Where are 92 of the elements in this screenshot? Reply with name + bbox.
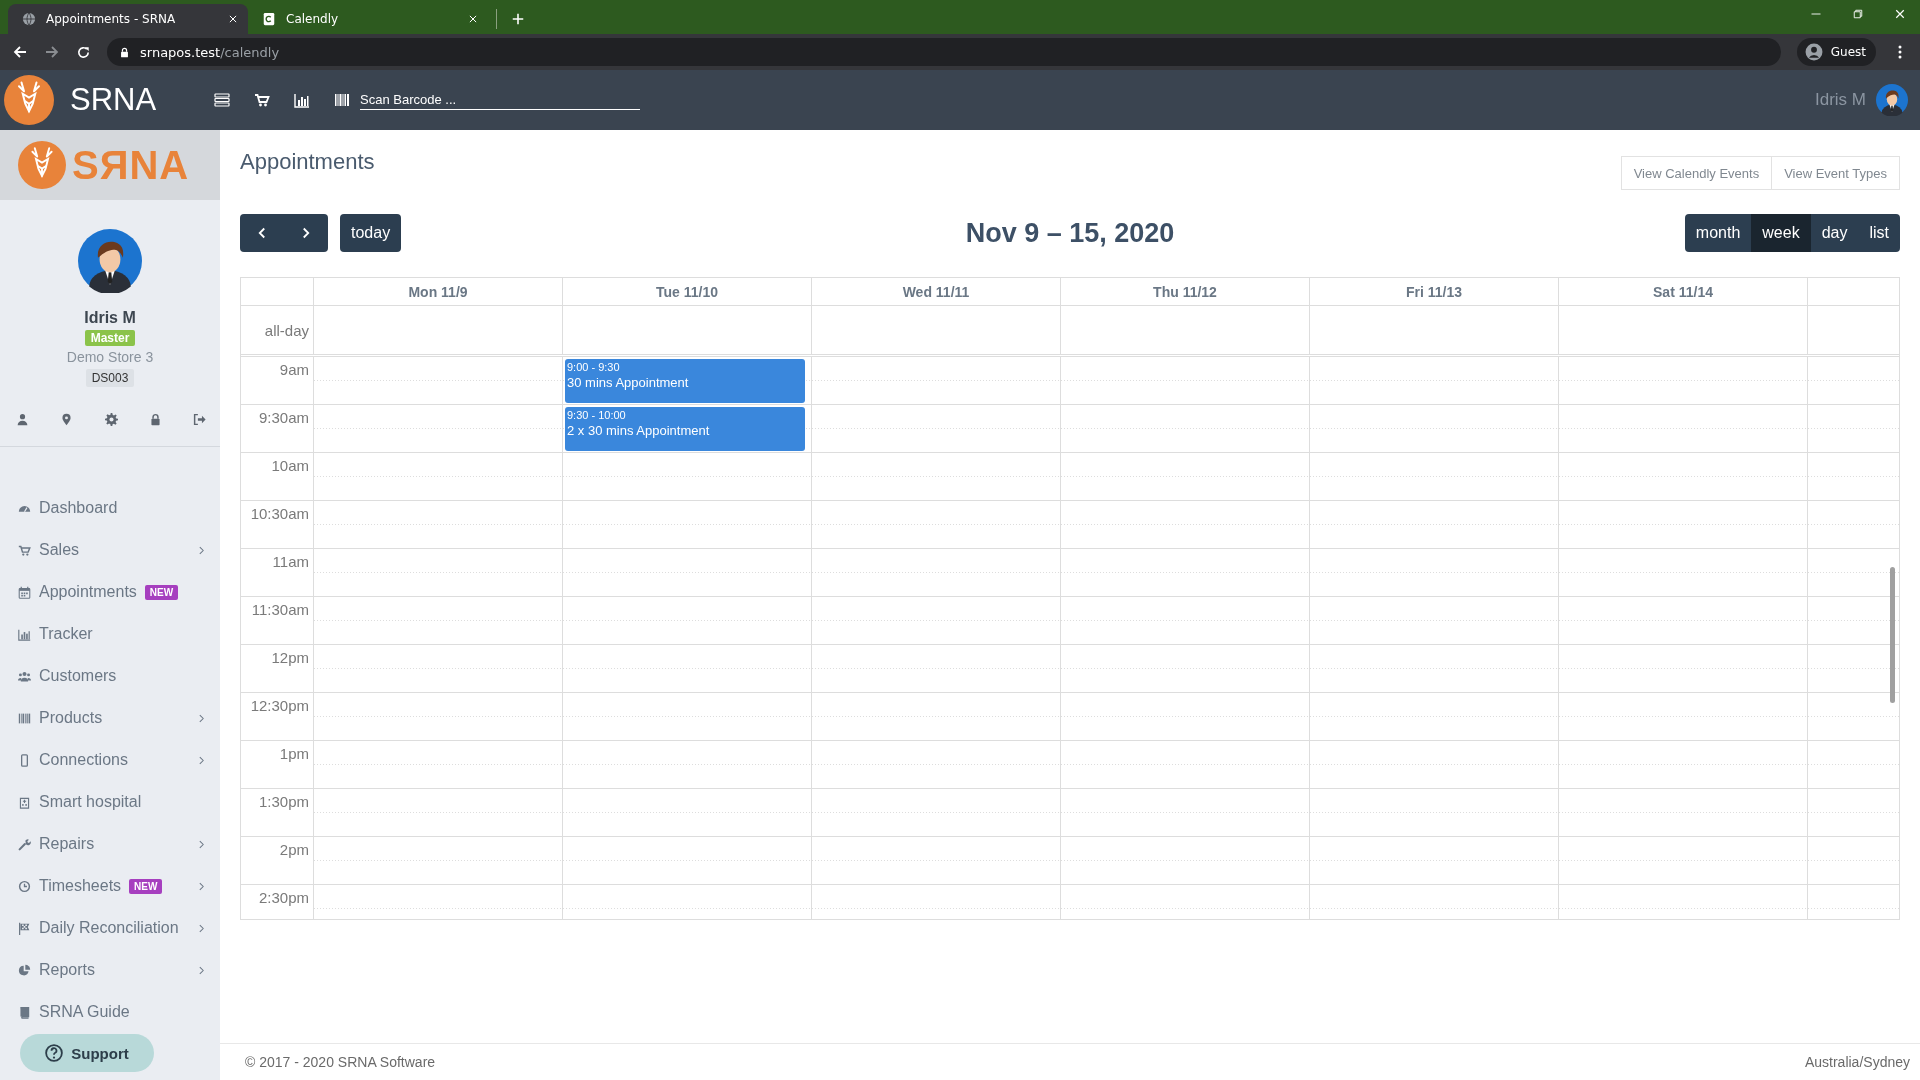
date-range: Nov 9 – 15, 2020 xyxy=(965,217,1175,249)
event-title: 30 mins Appointment xyxy=(567,375,690,390)
menu-item[interactable]: Tracker xyxy=(0,613,220,655)
lock-icon xyxy=(119,46,130,58)
new-tab-icon[interactable] xyxy=(511,12,525,26)
calendar-icon xyxy=(18,585,31,599)
pie-chart-icon xyxy=(18,963,31,977)
scrollbar[interactable] xyxy=(1890,567,1895,703)
store-code: DS003 xyxy=(85,369,135,387)
person-icon xyxy=(1804,43,1823,61)
cart-icon[interactable] xyxy=(254,92,270,108)
address-bar[interactable]: srnapos.test/calendly xyxy=(107,38,1781,66)
globe-icon xyxy=(22,12,36,26)
cart-icon xyxy=(18,543,31,557)
menu-item[interactable]: SRNA Guide xyxy=(0,991,220,1033)
close-icon[interactable] xyxy=(1894,8,1906,20)
action-button[interactable]: View Calendly Events xyxy=(1620,156,1773,190)
users-icon xyxy=(18,669,31,683)
deer-logo xyxy=(18,141,66,189)
new-badge: NEW xyxy=(129,878,163,894)
new-badge: NEW xyxy=(144,584,179,600)
bar-chart-icon[interactable] xyxy=(294,92,310,108)
event-title: 2 x 30 mins Appointment xyxy=(567,423,711,438)
menu-item[interactable]: Sales xyxy=(0,529,220,571)
help-icon xyxy=(45,1044,64,1062)
menu-item[interactable]: Connections xyxy=(0,739,220,781)
lock-icon[interactable] xyxy=(148,413,162,426)
deer-logo xyxy=(4,75,54,125)
browser-tab[interactable]: Appointments - SRNA xyxy=(8,4,248,34)
user-name: Idris M xyxy=(1815,90,1866,110)
menu-item[interactable]: Dashboard xyxy=(0,487,220,529)
sign-out-icon[interactable] xyxy=(193,413,206,426)
menu-item[interactable]: Repairs xyxy=(0,823,220,865)
today-button[interactable]: today xyxy=(340,214,402,252)
close-icon[interactable] xyxy=(468,14,478,24)
event-block[interactable]: 9:00 - 9:30 30 mins Appointment xyxy=(565,359,805,403)
barcode-icon xyxy=(18,711,31,725)
view-tab[interactable]: week xyxy=(1751,214,1811,252)
page-title: Appointments xyxy=(240,149,375,175)
store-name: Demo Store 3 xyxy=(66,349,154,365)
day-header: Mon 11/9 xyxy=(313,278,562,305)
settings-icon[interactable] xyxy=(104,413,118,426)
reload-icon[interactable] xyxy=(76,44,91,60)
day-header: Wed 11/11 xyxy=(811,278,1060,305)
chevron-right-icon xyxy=(300,227,312,239)
role-badge: Master xyxy=(84,330,136,346)
barcode-field[interactable]: Scan Barcode ... xyxy=(360,90,640,110)
event-block[interactable]: 9:30 - 10:00 2 x 30 mins Appointment xyxy=(565,407,805,451)
list-icon[interactable] xyxy=(214,92,230,108)
forward-icon[interactable] xyxy=(44,44,60,60)
menu-item[interactable]: Reports xyxy=(0,949,220,991)
back-icon[interactable] xyxy=(12,44,28,60)
day-header: Fri 11/13 xyxy=(1309,278,1558,305)
flag-icon xyxy=(18,921,31,935)
menu-item[interactable]: Timesheets NEW xyxy=(0,865,220,907)
restore-icon[interactable] xyxy=(1852,8,1864,20)
mobile-icon xyxy=(18,753,31,767)
view-tab[interactable]: list xyxy=(1858,214,1900,252)
clock-icon xyxy=(18,879,31,893)
chevron-left-icon xyxy=(256,227,268,239)
event-time: 9:30 - 10:00 xyxy=(567,409,627,421)
day-header: Tue 11/10 xyxy=(562,278,811,305)
user-icon[interactable] xyxy=(16,413,29,426)
menu-item[interactable]: Customers xyxy=(0,655,220,697)
view-tab[interactable]: month xyxy=(1684,214,1752,252)
timezone-text: Australia/Sydney xyxy=(1804,1054,1910,1070)
hospital-icon xyxy=(18,795,31,809)
avatar-icon xyxy=(78,229,142,293)
menu-item[interactable]: Smart hospital xyxy=(0,781,220,823)
menu-item[interactable]: Appointments NEW xyxy=(0,571,220,613)
brand-name: SRNA xyxy=(70,82,158,118)
page-icon xyxy=(262,12,276,26)
copyright-text: © 2017 - 2020 SRNA Software xyxy=(245,1054,436,1070)
menu-item[interactable]: Products xyxy=(0,697,220,739)
event-time: 9:00 - 9:30 xyxy=(567,361,621,373)
book-icon xyxy=(18,1005,31,1019)
all-day-label: all-day xyxy=(263,320,310,341)
day-header: Thu 11/12 xyxy=(1060,278,1309,305)
menu-item[interactable]: Daily Reconciliation xyxy=(0,907,220,949)
browser-tab[interactable]: Calendly xyxy=(248,4,488,34)
profile-name: Idris M xyxy=(84,309,136,327)
logo-text: SЯNA xyxy=(72,142,190,188)
day-header: Sat 11/14 xyxy=(1558,278,1807,305)
barcode-icon[interactable] xyxy=(334,92,350,108)
action-button[interactable]: View Event Types xyxy=(1772,156,1900,190)
view-tab[interactable]: day xyxy=(1810,214,1859,252)
support-button[interactable]: Support xyxy=(20,1034,154,1072)
wrench-icon xyxy=(18,837,31,851)
close-icon[interactable] xyxy=(228,14,238,24)
avatar-icon[interactable] xyxy=(1876,84,1908,116)
profile-button[interactable]: Guest xyxy=(1796,38,1876,66)
bar-chart-icon xyxy=(18,627,31,641)
